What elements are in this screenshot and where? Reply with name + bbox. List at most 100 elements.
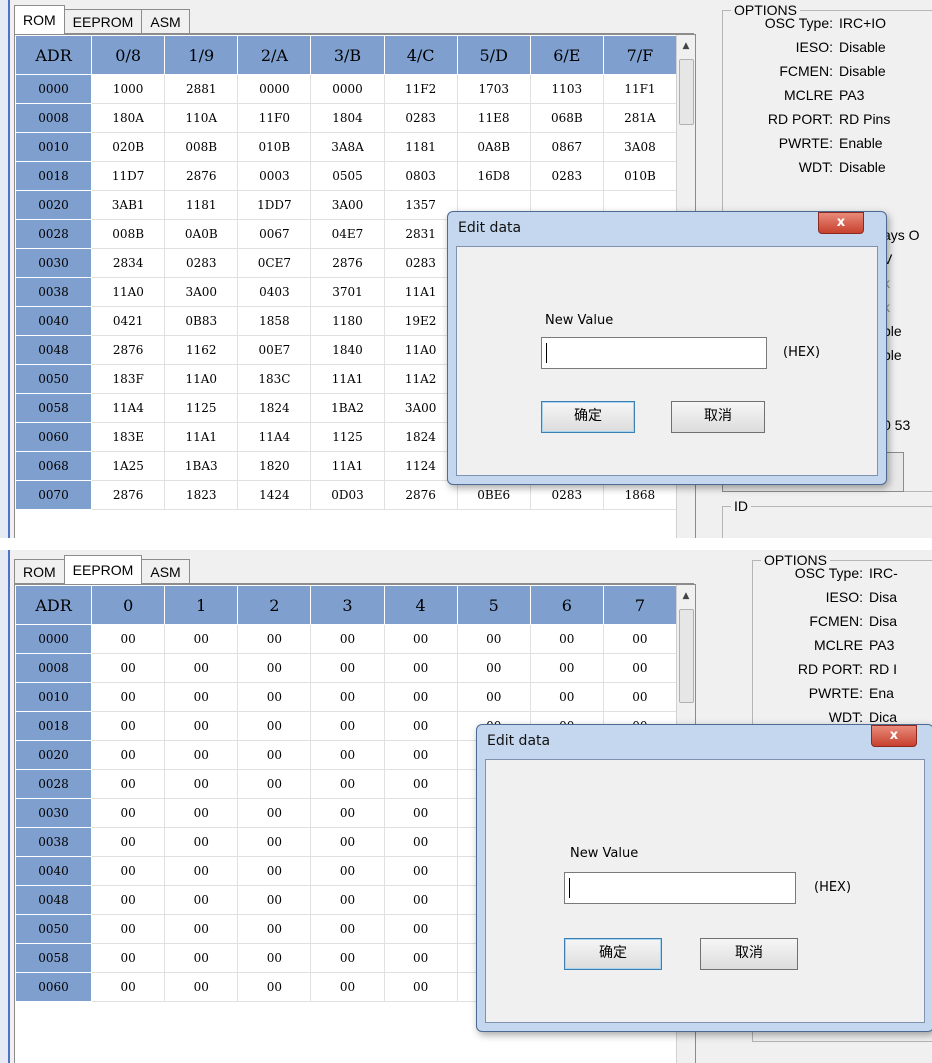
data-cell[interactable]: 00 bbox=[383, 682, 458, 712]
data-cell[interactable]: 1BA2 bbox=[310, 393, 385, 423]
data-cell[interactable]: 11A0 bbox=[164, 364, 239, 394]
data-cell[interactable]: 0A0B bbox=[164, 219, 239, 249]
data-cell[interactable]: 2876 bbox=[310, 248, 385, 278]
data-cell[interactable]: 11A1 bbox=[310, 364, 385, 394]
data-cell[interactable]: 00 bbox=[91, 711, 166, 741]
data-cell[interactable]: 2834 bbox=[91, 248, 166, 278]
data-cell[interactable]: 0283 bbox=[529, 161, 604, 191]
data-cell[interactable]: 00 bbox=[310, 682, 385, 712]
data-cell[interactable]: 00 bbox=[529, 653, 604, 683]
data-cell[interactable]: 183E bbox=[91, 422, 166, 452]
data-cell[interactable]: 3A8A bbox=[310, 132, 385, 162]
data-cell[interactable]: 0003 bbox=[237, 161, 312, 191]
data-cell[interactable]: 1000 bbox=[91, 74, 166, 104]
data-cell[interactable]: 00 bbox=[456, 682, 531, 712]
data-cell[interactable]: 00 bbox=[310, 856, 385, 886]
data-cell[interactable]: 068B bbox=[529, 103, 604, 133]
data-cell[interactable]: 00 bbox=[164, 769, 239, 799]
data-cell[interactable]: 180A bbox=[91, 103, 166, 133]
data-cell[interactable]: 110A bbox=[164, 103, 239, 133]
data-cell[interactable]: 00 bbox=[310, 798, 385, 828]
data-cell[interactable]: 1BA3 bbox=[164, 451, 239, 481]
data-cell[interactable]: 00 bbox=[91, 798, 166, 828]
data-cell[interactable]: 11E8 bbox=[456, 103, 531, 133]
data-cell[interactable]: 2876 bbox=[91, 480, 166, 510]
data-cell[interactable]: 00 bbox=[456, 624, 531, 654]
data-cell[interactable]: 00 bbox=[91, 856, 166, 886]
data-cell[interactable]: 00 bbox=[237, 972, 312, 1002]
data-cell[interactable]: 00 bbox=[91, 972, 166, 1002]
data-cell[interactable]: 00 bbox=[237, 798, 312, 828]
data-cell[interactable]: 1162 bbox=[164, 335, 239, 365]
data-cell[interactable]: 0505 bbox=[310, 161, 385, 191]
data-cell[interactable]: 00 bbox=[237, 856, 312, 886]
data-cell[interactable]: 00 bbox=[310, 914, 385, 944]
data-cell[interactable]: 0067 bbox=[237, 219, 312, 249]
data-cell[interactable]: 00 bbox=[237, 624, 312, 654]
new-value-input[interactable] bbox=[564, 872, 796, 904]
new-value-input[interactable] bbox=[541, 337, 767, 369]
data-cell[interactable]: 1424 bbox=[237, 480, 312, 510]
data-cell[interactable]: 0283 bbox=[164, 248, 239, 278]
data-cell[interactable]: 00 bbox=[529, 682, 604, 712]
data-cell[interactable]: 00 bbox=[310, 885, 385, 915]
scroll-thumb[interactable] bbox=[679, 59, 694, 125]
data-cell[interactable]: 00 bbox=[164, 798, 239, 828]
data-cell[interactable]: 1824 bbox=[237, 393, 312, 423]
data-cell[interactable]: 00 bbox=[383, 769, 458, 799]
data-cell[interactable]: 11F1 bbox=[602, 74, 678, 104]
data-cell[interactable]: 04E7 bbox=[310, 219, 385, 249]
data-cell[interactable]: 1125 bbox=[310, 422, 385, 452]
data-cell[interactable]: 11A4 bbox=[237, 422, 312, 452]
data-cell[interactable]: 00 bbox=[164, 827, 239, 857]
data-cell[interactable]: 00 bbox=[383, 885, 458, 915]
data-cell[interactable]: 00 bbox=[383, 943, 458, 973]
data-cell[interactable]: 00 bbox=[164, 972, 239, 1002]
data-cell[interactable]: 00 bbox=[456, 653, 531, 683]
data-cell[interactable]: 16D8 bbox=[456, 161, 531, 191]
data-cell[interactable]: 1181 bbox=[383, 132, 458, 162]
data-cell[interactable]: 00 bbox=[164, 885, 239, 915]
data-cell[interactable]: 3A08 bbox=[602, 132, 678, 162]
data-cell[interactable]: 00 bbox=[310, 653, 385, 683]
ok-button[interactable]: 确定 bbox=[541, 401, 635, 433]
data-cell[interactable]: 010B bbox=[602, 161, 678, 191]
data-cell[interactable]: 0421 bbox=[91, 306, 166, 336]
data-cell[interactable]: 00 bbox=[310, 711, 385, 741]
data-cell[interactable]: 00 bbox=[164, 653, 239, 683]
data-cell[interactable]: 0D03 bbox=[310, 480, 385, 510]
data-cell[interactable]: 00 bbox=[237, 653, 312, 683]
data-cell[interactable]: 1703 bbox=[456, 74, 531, 104]
data-cell[interactable]: 2881 bbox=[164, 74, 239, 104]
scroll-up-arrow-icon[interactable]: ▲ bbox=[677, 37, 695, 55]
data-cell[interactable]: 00 bbox=[383, 856, 458, 886]
data-cell[interactable]: 00 bbox=[310, 827, 385, 857]
data-cell[interactable]: 00 bbox=[91, 914, 166, 944]
data-cell[interactable]: 00 bbox=[310, 769, 385, 799]
close-icon[interactable]: x bbox=[818, 212, 864, 234]
data-cell[interactable]: 00 bbox=[91, 885, 166, 915]
data-cell[interactable]: 00 bbox=[310, 624, 385, 654]
data-cell[interactable]: 11A4 bbox=[91, 393, 166, 423]
scroll-up-arrow-icon[interactable]: ▲ bbox=[677, 587, 695, 605]
data-cell[interactable]: 11A1 bbox=[310, 451, 385, 481]
data-cell[interactable]: 0000 bbox=[310, 74, 385, 104]
data-cell[interactable]: 0B83 bbox=[164, 306, 239, 336]
data-cell[interactable]: 183C bbox=[237, 364, 312, 394]
data-cell[interactable]: 1125 bbox=[164, 393, 239, 423]
data-cell[interactable]: 00 bbox=[383, 711, 458, 741]
data-cell[interactable]: 0283 bbox=[383, 103, 458, 133]
data-cell[interactable]: 1103 bbox=[529, 74, 604, 104]
data-cell[interactable]: 00 bbox=[529, 624, 604, 654]
data-cell[interactable]: 00 bbox=[383, 827, 458, 857]
data-cell[interactable]: 3A00 bbox=[164, 277, 239, 307]
data-cell[interactable]: 0803 bbox=[383, 161, 458, 191]
data-cell[interactable]: 0CE7 bbox=[237, 248, 312, 278]
data-cell[interactable]: 00 bbox=[91, 769, 166, 799]
data-cell[interactable]: 00 bbox=[383, 972, 458, 1002]
data-cell[interactable]: 2876 bbox=[91, 335, 166, 365]
data-cell[interactable]: 00 bbox=[310, 740, 385, 770]
cancel-button[interactable]: 取消 bbox=[700, 938, 798, 970]
data-cell[interactable]: 00 bbox=[164, 914, 239, 944]
data-cell[interactable]: 11A0 bbox=[91, 277, 166, 307]
